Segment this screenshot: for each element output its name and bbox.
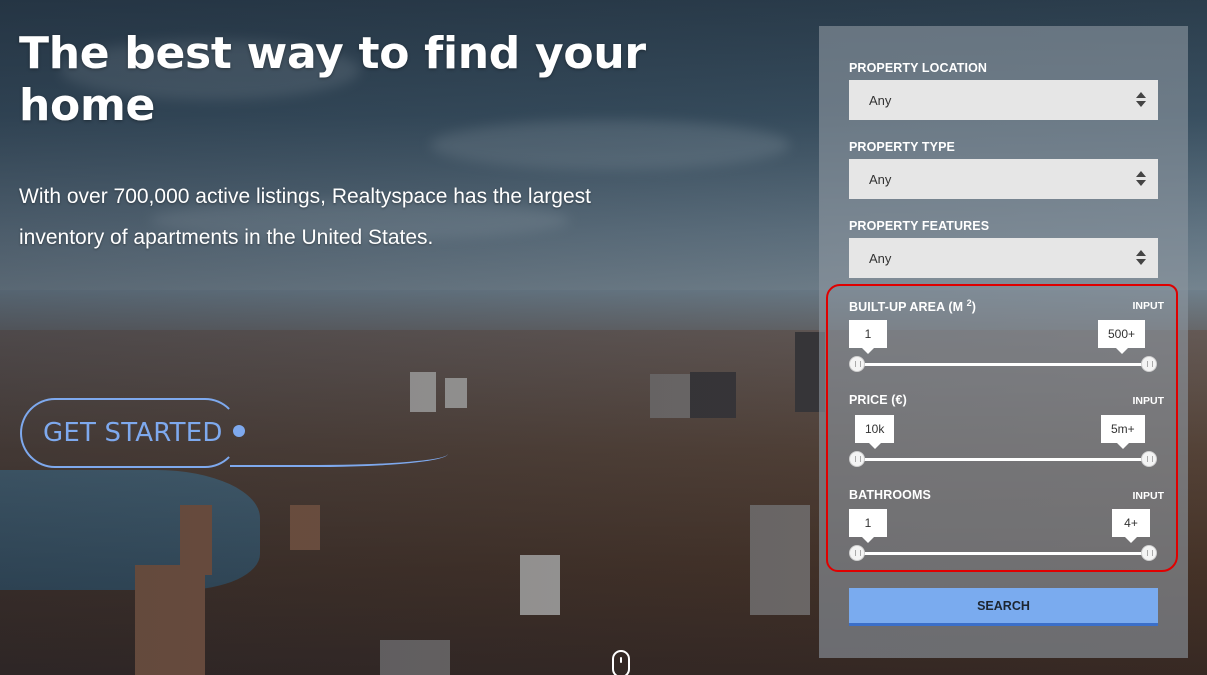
features-label: PROPERTY FEATURES [849, 219, 990, 233]
hero-subtitle: With over 700,000 active listings, Realt… [19, 185, 591, 249]
search-button-label: SEARCH [977, 598, 1030, 613]
location-label: PROPERTY LOCATION [849, 61, 988, 75]
sort-arrows-icon [1136, 250, 1146, 266]
location-value: Any [869, 92, 892, 108]
type-select[interactable]: Any [849, 159, 1158, 199]
search-button[interactable]: SEARCH [849, 588, 1158, 626]
get-started-label: GET STARTED [43, 418, 223, 448]
sort-arrows-icon [1136, 92, 1146, 108]
location-select[interactable]: Any [849, 80, 1158, 120]
cta-dot [233, 425, 245, 437]
features-value: Any [869, 250, 892, 266]
sort-arrows-icon [1136, 171, 1146, 187]
type-value: Any [869, 171, 892, 187]
annotation-highlight [826, 284, 1178, 572]
get-started-button[interactable]: GET STARTED [20, 398, 240, 468]
mouse-icon[interactable] [612, 650, 630, 675]
features-select[interactable]: Any [849, 238, 1158, 278]
type-label: PROPERTY TYPE [849, 140, 955, 154]
hero-title: The best way to find your home [19, 28, 646, 131]
